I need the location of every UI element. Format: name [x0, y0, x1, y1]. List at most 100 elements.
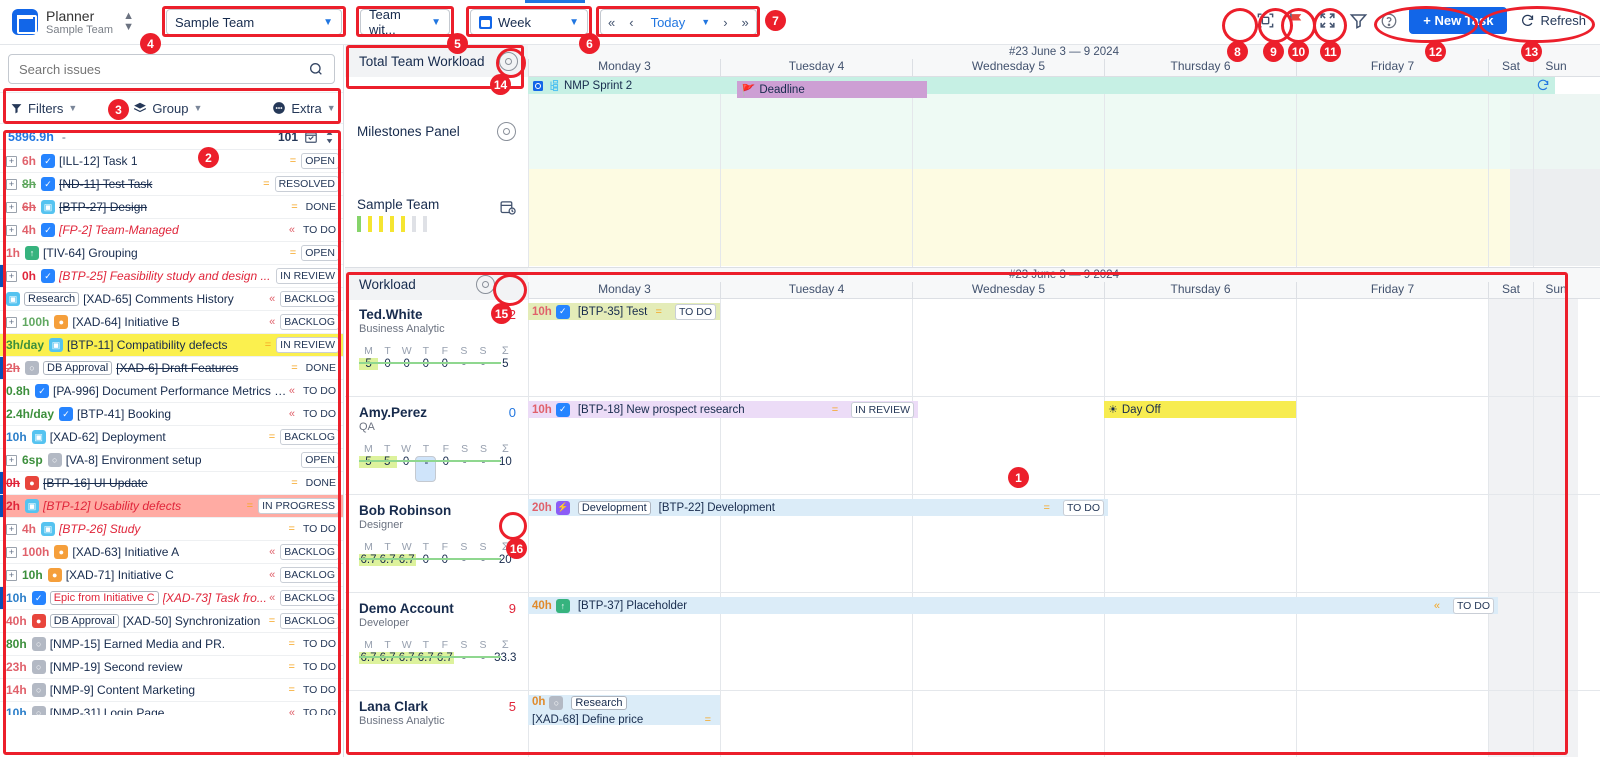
issue-row[interactable]: +100h ● [XAD-63] Initiative A « BACKLOG — [0, 541, 343, 564]
scan-icon[interactable] — [1254, 10, 1276, 32]
help-icon[interactable] — [1378, 10, 1400, 32]
issue-row[interactable]: 14h ○ [NMP-9] Content Marketing = TO DO — [0, 679, 343, 702]
issue-row[interactable]: 2h ○ DB Approval [XAD-6] Draft Features = DON… — [0, 357, 343, 380]
day-cell[interactable] — [1533, 495, 1578, 592]
task-bar[interactable]: ☀ Day Off — [1104, 401, 1296, 418]
task-bar[interactable]: 0h○Research[XAD-68] Define price=BACKLOG — [528, 695, 720, 725]
issue-row[interactable]: 0.8h ✓ [PA-996] Document Performance Metri… — [0, 380, 343, 403]
workload-user-row[interactable]: Lana Clark Business Analytic 5 0h ○ Research [… — [345, 691, 1600, 757]
day-cell[interactable] — [1533, 593, 1578, 690]
day-cell[interactable] — [1296, 495, 1488, 592]
issue-row[interactable]: 80h ○ [NMP-15] Earned Media and PR. = TO DO — [0, 633, 343, 656]
sprint-bar[interactable]: NMP Sprint 2 — [528, 77, 1555, 94]
search-input[interactable] — [19, 61, 279, 77]
issue-row[interactable]: +4h ▣ [BTP-26] Study = TO DO — [0, 518, 343, 541]
day-cell[interactable] — [720, 691, 912, 757]
issue-row[interactable]: 10h ○ [NMP-31] Login Page « TO DO — [0, 702, 343, 715]
day-cell[interactable] — [912, 691, 1104, 757]
issue-row[interactable]: ▣ Research [XAD-65] Comments History « BACKL… — [0, 288, 343, 311]
filter-icon[interactable] — [1347, 10, 1369, 32]
expand-button[interactable]: + — [6, 569, 17, 581]
issue-row[interactable]: +10h ● [XAD-71] Initiative C « BACKLOG — [0, 564, 343, 587]
gear-icon[interactable] — [475, 274, 495, 294]
day-cell[interactable] — [1296, 691, 1488, 757]
issue-row[interactable]: +6h ✓ [ILL-12] Task 1 = OPEN — [0, 150, 343, 173]
task-bar[interactable]: 20h ⚡ Development [BTP-22] Development = TO D… — [528, 499, 1108, 516]
team-select[interactable]: Sample Team ▼ — [166, 9, 342, 35]
issue-row[interactable]: 2.4h/day ✓ [BTP-41] Booking « TO DO — [0, 403, 343, 426]
day-cell[interactable] — [1104, 691, 1296, 757]
nav-first-button[interactable]: « — [601, 10, 622, 34]
workload-user-row[interactable]: Demo Account Developer 9 M 6.7 T 6.7 W 6.7 T 6.7 F 6… — [345, 593, 1600, 691]
nav-chevron-down-icon[interactable]: ▼ — [695, 10, 716, 34]
team-with-select[interactable]: Team wit... ▼ — [360, 7, 450, 37]
issue-row[interactable]: 0h ● [BTP-16] UI Update = DONE — [0, 472, 343, 495]
fullscreen-icon[interactable] — [1316, 10, 1338, 32]
expand-button[interactable]: + — [6, 454, 17, 466]
day-cell[interactable] — [1488, 299, 1533, 396]
deadline-bar[interactable]: 🚩 Deadline — [737, 81, 927, 98]
issue-row[interactable]: +100h ● [XAD-64] Initiative B « BACKLOG — [0, 311, 343, 334]
refresh-button[interactable]: Refresh — [1516, 13, 1590, 28]
team-capacity-lane[interactable] — [528, 169, 1600, 266]
filters-button[interactable]: Filters ▼ — [0, 101, 87, 116]
sync-icon[interactable] — [1536, 78, 1550, 95]
workload-user-row[interactable]: Ted.White Business Analytic 2 M 5 T 0 W 0 T 0 F 0 S - S… — [345, 299, 1600, 397]
task-bar[interactable]: 10h ✓ [BTP-35] Test = TO DO — [528, 303, 720, 320]
expand-button[interactable]: + — [6, 201, 17, 213]
calendar-check-icon[interactable] — [304, 130, 318, 144]
expand-button[interactable]: + — [6, 316, 17, 328]
day-cell[interactable] — [912, 299, 1104, 396]
day-cell[interactable] — [1533, 691, 1578, 757]
issue-row[interactable]: 2h ▣ [BTP-12] Usability defects = IN PROGRES… — [0, 495, 343, 518]
nav-last-button[interactable]: » — [735, 10, 756, 34]
expand-button[interactable]: + — [6, 178, 17, 190]
day-cell[interactable] — [1296, 397, 1488, 494]
issue-row[interactable]: +4h ✓ [FP-2] Team-Managed « TO DO — [0, 219, 343, 242]
switcher-chevron-icon[interactable]: ▲ ▼ — [123, 10, 134, 33]
day-cell[interactable] — [1104, 495, 1296, 592]
issue-row[interactable]: +6h ▣ [BTP-27] Design = DONE — [0, 196, 343, 219]
nav-next-button[interactable]: › — [716, 10, 734, 34]
day-cell[interactable] — [720, 299, 912, 396]
sort-icon[interactable] — [324, 130, 335, 144]
issue-list[interactable]: +6h ✓ [ILL-12] Task 1 = OPEN +8h ✓ [ND-11] Test… — [0, 150, 343, 715]
new-task-button[interactable]: + New Task — [1409, 7, 1508, 34]
issue-row[interactable]: +0h ✓ [BTP-25] Feasibility study and desig… — [0, 265, 343, 288]
expand-button[interactable]: + — [6, 546, 17, 558]
milestones-lane[interactable] — [528, 94, 1600, 169]
issue-row[interactable]: 10h ✓ Epic from Initiative C [XAD-73] Task … — [0, 587, 343, 610]
expand-button[interactable]: + — [6, 224, 17, 236]
issue-row[interactable]: +6sp ○ [VA-8] Environment setup OPEN — [0, 449, 343, 472]
gear-icon[interactable] — [497, 122, 516, 141]
day-cell[interactable] — [1488, 397, 1533, 494]
gear-icon[interactable] — [498, 51, 518, 71]
task-bar[interactable]: 10h ✓ [BTP-18] New prospect research = IN RE… — [528, 401, 918, 418]
extra-button[interactable]: Extra ▼ — [262, 101, 345, 116]
workload-user-row[interactable]: Bob Robinson Designer M 6.7 T 6.7 W 6.7 T 0 F 0 S - S -… — [345, 495, 1600, 593]
day-cell[interactable] — [1104, 299, 1296, 396]
issue-row[interactable]: 40h ● DB Approval [XAD-50] Synchronization =… — [0, 610, 343, 633]
app-brand[interactable]: Planner Sample Team ▲ ▼ — [0, 8, 148, 37]
flag-icon[interactable] — [1285, 10, 1307, 32]
calendar-clock-icon[interactable] — [499, 199, 516, 216]
issue-row[interactable]: 1h ↑ [TIV-64] Grouping = OPEN — [0, 242, 343, 265]
day-cell[interactable] — [1488, 495, 1533, 592]
day-cell[interactable] — [1488, 691, 1533, 757]
nav-prev-button[interactable]: ‹ — [622, 10, 640, 34]
view-scale-select[interactable]: Week ▼ — [470, 9, 588, 35]
search-box[interactable] — [8, 54, 335, 84]
issue-row[interactable]: 3h/day ▣ [BTP-11] Compatibility defects = IN… — [0, 334, 343, 357]
day-cell[interactable] — [1296, 299, 1488, 396]
issue-row[interactable]: 23h ○ [NMP-19] Second review = TO DO — [0, 656, 343, 679]
day-cell[interactable] — [1533, 397, 1578, 494]
expand-button[interactable]: + — [6, 270, 17, 282]
expand-button[interactable]: + — [6, 523, 17, 535]
expand-button[interactable]: + — [6, 155, 17, 167]
nav-today-button[interactable]: Today — [641, 10, 696, 34]
issue-row[interactable]: 10h ▣ [XAD-62] Deployment = BACKLOG — [0, 426, 343, 449]
task-bar[interactable]: 40h ↑ [BTP-37] Placeholder « TO DO — [528, 597, 1498, 614]
day-cell[interactable] — [1533, 299, 1578, 396]
group-button[interactable]: Group ▼ — [123, 101, 212, 116]
issue-row[interactable]: +8h ✓ [ND-11] Test Task = RESOLVED — [0, 173, 343, 196]
